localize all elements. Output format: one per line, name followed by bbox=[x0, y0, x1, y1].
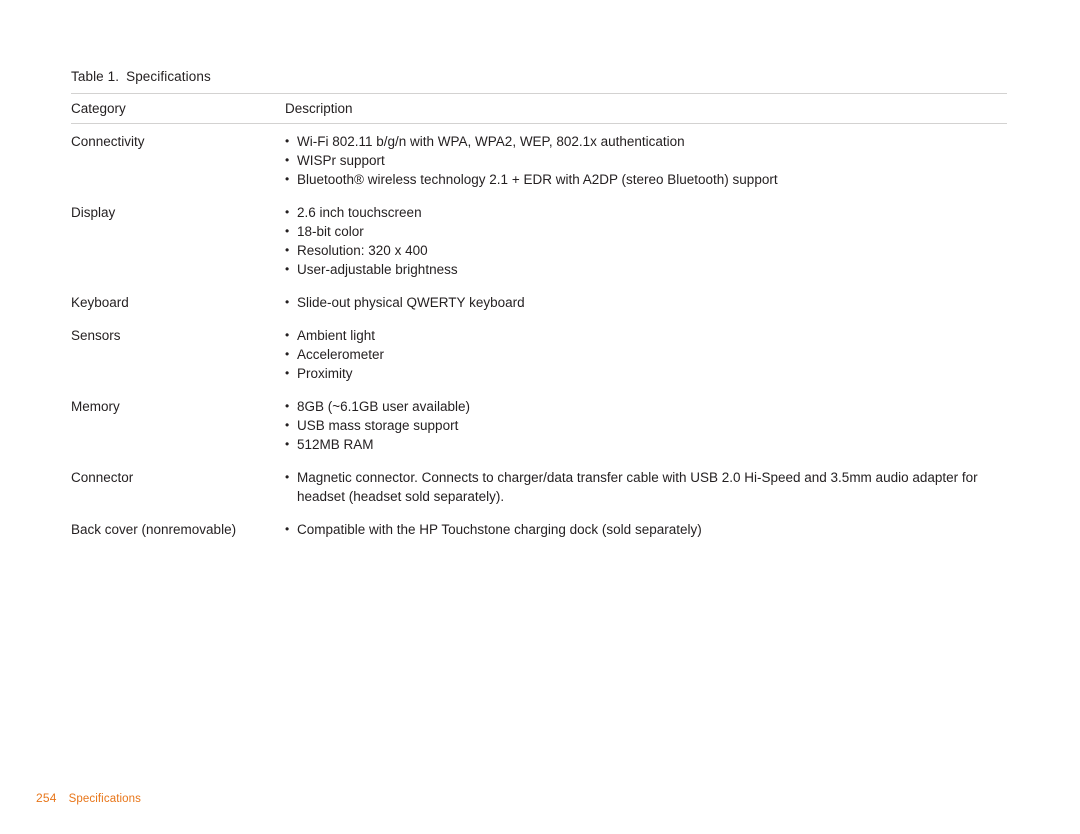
bullet-list: 8GB (~6.1GB user available) USB mass sto… bbox=[285, 397, 1007, 454]
table-row: Back cover (nonremovable) Compatible wit… bbox=[71, 513, 1007, 546]
list-item: Wi-Fi 802.11 b/g/n with WPA, WPA2, WEP, … bbox=[285, 132, 1007, 151]
row-description: Magnetic connector. Connects to charger/… bbox=[285, 461, 1007, 513]
row-category: Sensors bbox=[71, 328, 121, 343]
bullet-list: Ambient light Accelerometer Proximity bbox=[285, 326, 1007, 383]
table-row: Connectivity Wi-Fi 802.11 b/g/n with WPA… bbox=[71, 124, 1007, 197]
row-category: Back cover (nonremovable) bbox=[71, 522, 237, 537]
list-item: Ambient light bbox=[285, 326, 1007, 345]
table-caption-number: Table 1. bbox=[71, 69, 120, 84]
table-row: Sensors Ambient light Accelerometer Prox… bbox=[71, 319, 1007, 390]
bullet-list: Magnetic connector. Connects to charger/… bbox=[285, 468, 1007, 506]
row-description: Slide-out physical QWERTY keyboard bbox=[285, 286, 1007, 319]
list-item: 8GB (~6.1GB user available) bbox=[285, 397, 1007, 416]
list-item: Magnetic connector. Connects to charger/… bbox=[285, 468, 1007, 506]
list-item: WISPr support bbox=[285, 151, 1007, 170]
list-item: 18-bit color bbox=[285, 222, 1007, 241]
table-row: Keyboard Slide-out physical QWERTY keybo… bbox=[71, 286, 1007, 319]
row-category: Display bbox=[71, 205, 116, 220]
row-category: Connector bbox=[71, 470, 134, 485]
row-category: Keyboard bbox=[71, 295, 129, 310]
list-item: USB mass storage support bbox=[285, 416, 1007, 435]
bullet-list: 2.6 inch touchscreen 18-bit color Resolu… bbox=[285, 203, 1007, 279]
table-body: Connectivity Wi-Fi 802.11 b/g/n with WPA… bbox=[71, 124, 1007, 547]
list-item: Slide-out physical QWERTY keyboard bbox=[285, 293, 1007, 312]
row-description: Wi-Fi 802.11 b/g/n with WPA, WPA2, WEP, … bbox=[285, 124, 1007, 197]
table-header-row: Category Description bbox=[71, 93, 1007, 124]
row-category: Memory bbox=[71, 399, 120, 414]
bullet-list: Wi-Fi 802.11 b/g/n with WPA, WPA2, WEP, … bbox=[285, 132, 1007, 189]
list-item: Bluetooth® wireless technology 2.1 + EDR… bbox=[285, 170, 1007, 189]
column-header-description: Description bbox=[285, 93, 1007, 124]
list-item: 512MB RAM bbox=[285, 435, 1007, 454]
list-item: Compatible with the HP Touchstone chargi… bbox=[285, 520, 1007, 539]
column-header-category: Category bbox=[71, 93, 285, 124]
bullet-list: Compatible with the HP Touchstone chargi… bbox=[285, 520, 1007, 539]
table-caption: Table 1. Specifications bbox=[71, 69, 211, 84]
table-row: Memory 8GB (~6.1GB user available) USB m… bbox=[71, 390, 1007, 461]
row-description: Ambient light Accelerometer Proximity bbox=[285, 319, 1007, 390]
page-footer: 254 Specifications bbox=[36, 791, 141, 805]
bullet-list: Slide-out physical QWERTY keyboard bbox=[285, 293, 1007, 312]
list-item: Proximity bbox=[285, 364, 1007, 383]
row-description: Compatible with the HP Touchstone chargi… bbox=[285, 513, 1007, 546]
row-description: 2.6 inch touchscreen 18-bit color Resolu… bbox=[285, 196, 1007, 286]
footer-section-label: Specifications bbox=[68, 793, 141, 805]
table-row: Display 2.6 inch touchscreen 18-bit colo… bbox=[71, 196, 1007, 286]
list-item: User-adjustable brightness bbox=[285, 260, 1007, 279]
list-item: Accelerometer bbox=[285, 345, 1007, 364]
specifications-table: Category Description Connectivity Wi-Fi … bbox=[71, 93, 1007, 546]
row-description: 8GB (~6.1GB user available) USB mass sto… bbox=[285, 390, 1007, 461]
table-caption-title: Specifications bbox=[126, 69, 211, 84]
row-category: Connectivity bbox=[71, 134, 145, 149]
footer-page-number: 254 bbox=[36, 791, 57, 805]
table-row: Connector Magnetic connector. Connects t… bbox=[71, 461, 1007, 513]
document-page: Table 1. Specifications Category Descript… bbox=[0, 0, 1080, 834]
list-item: 2.6 inch touchscreen bbox=[285, 203, 1007, 222]
list-item: Resolution: 320 x 400 bbox=[285, 241, 1007, 260]
